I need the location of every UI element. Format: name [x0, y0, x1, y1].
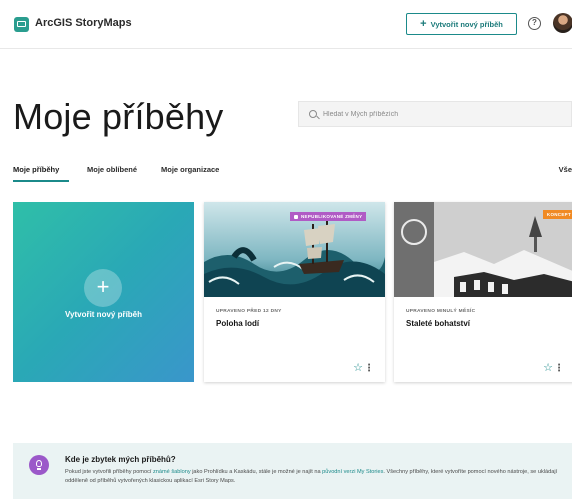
story-thumbnail: NEPUBLIKOVANÉ ZMĚNY	[204, 202, 385, 297]
active-tab-indicator	[13, 180, 69, 182]
plus-icon: +	[84, 269, 122, 307]
story-tabs: Moje příběhy Moje oblíbené Moje organiza…	[13, 165, 572, 183]
view-all-filter[interactable]: Vše	[559, 165, 572, 174]
notice-text: Pokud jste vytvořili příběhy pomocí znám…	[65, 469, 558, 484]
story-thumbnail: KONCEPT	[394, 202, 572, 297]
tab-my-stories[interactable]: Moje příběhy	[13, 165, 59, 174]
status-badge: NEPUBLIKOVANÉ ZMĚNY	[290, 212, 367, 221]
story-title[interactable]: Poloha lodí	[216, 319, 259, 328]
page-title: Moje příběhy	[13, 96, 224, 137]
more-options-icon[interactable]: ⋮	[364, 363, 374, 374]
story-title[interactable]: Staleté bohatství	[406, 319, 470, 328]
avatar[interactable]	[553, 13, 572, 33]
notice-title: Kde je zbytek mých příběhů?	[65, 455, 176, 464]
favorite-star-icon[interactable]: ☆	[543, 363, 553, 374]
classic-my-stories-link[interactable]: původní verzi My Stories	[322, 469, 383, 475]
story-modified-date: UPRAVENO PŘED 12 DNY	[216, 309, 282, 314]
story-modified-date: UPRAVENO MINULÝ MĚSÍC	[406, 309, 476, 314]
lightbulb-icon	[29, 455, 49, 475]
plus-icon: +	[420, 18, 427, 30]
search-icon	[309, 110, 317, 118]
create-story-card-label: Vytvořit nový příběh	[64, 310, 143, 319]
search-box[interactable]	[298, 101, 572, 127]
tab-my-organization[interactable]: Moje organizace	[161, 165, 219, 174]
top-bar: ArcGIS StoryMaps + Vytvořit nový příběh …	[0, 0, 572, 49]
story-card[interactable]: NEPUBLIKOVANÉ ZMĚNY UPRAVENO PŘED 12 DNY…	[204, 202, 385, 382]
more-options-icon[interactable]: ⋮	[554, 363, 564, 374]
help-icon[interactable]: ?	[528, 17, 541, 30]
status-badge: KONCEPT	[542, 210, 572, 219]
favorite-star-icon[interactable]: ☆	[353, 363, 363, 374]
create-story-button[interactable]: + Vytvořit nový příběh	[406, 13, 517, 35]
known-templates-link[interactable]: známé šablony	[153, 469, 191, 475]
create-story-label: Vytvořit nový příběh	[430, 19, 503, 29]
search-input[interactable]	[323, 106, 563, 122]
classic-stories-notice: Kde je zbytek mých příběhů? Pokud jste v…	[13, 443, 572, 499]
tab-my-favorites[interactable]: Moje oblíbené	[87, 165, 137, 174]
story-card[interactable]: KONCEPT UPRAVENO MINULÝ MĚSÍC Staleté bo…	[394, 202, 572, 382]
create-story-card[interactable]: + Vytvořit nový příběh	[13, 202, 194, 382]
lock-icon	[294, 214, 298, 219]
app-name[interactable]: ArcGIS StoryMaps	[35, 17, 132, 29]
storymaps-logo-icon[interactable]	[14, 17, 29, 32]
